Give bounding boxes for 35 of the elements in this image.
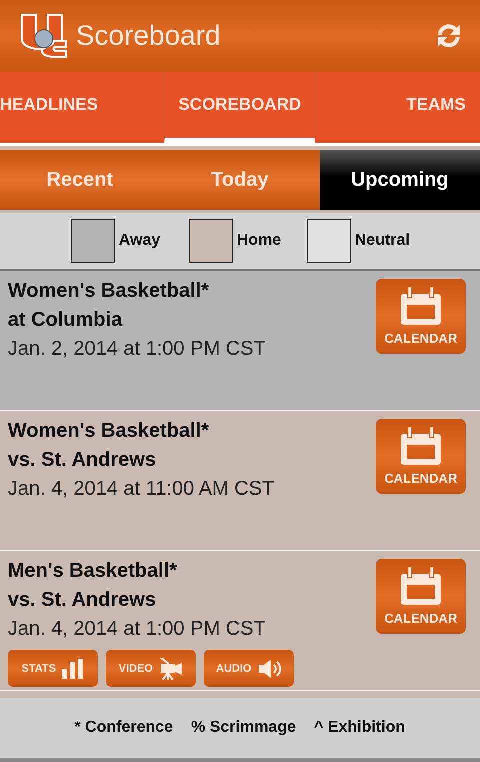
calendar-icon [399, 567, 443, 607]
logo-icon [20, 13, 70, 59]
calendar-button[interactable]: CALENDAR [376, 279, 466, 354]
game-date: Jan. 4, 2014 at 11:00 AM CST [8, 477, 276, 502]
legend-label: Neutral [355, 232, 412, 250]
calendar-button[interactable]: CALENDAR [376, 559, 466, 634]
segment-tab[interactable]: Upcoming [320, 150, 480, 210]
game-row[interactable]: Women's Basketball* at Columbia Jan. 2, 2014 at 1:00 PM CST CALENDAR [0, 271, 480, 411]
video-camera-icon [159, 658, 184, 680]
stats-button[interactable]: STATS [8, 650, 98, 687]
footnote-key: % Scrimmage [191, 719, 296, 737]
game-sport: Men's Basketball* [8, 559, 178, 584]
segment-tab[interactable]: Today [160, 150, 320, 210]
calendar-icon [399, 287, 443, 327]
game-sport: Women's Basketball* [8, 419, 210, 444]
audio-button[interactable]: AUDIO [204, 650, 294, 687]
nav-tab[interactable]: HEADLINES [0, 72, 164, 146]
video-button[interactable]: VIDEO [106, 650, 196, 687]
game-date: Jan. 2, 2014 at 1:00 PM CST [8, 337, 267, 362]
nav-tab[interactable]: TEAMS [315, 72, 480, 146]
footnote-key: ^ Exhibition [314, 719, 406, 737]
segment-tab[interactable]: Recent [0, 150, 160, 210]
game-opponent: vs. St. Andrews [8, 588, 158, 613]
app-title: Scoreboard [76, 20, 222, 52]
calendar-button[interactable]: CALENDAR [376, 419, 466, 494]
game-opponent: at Columbia [8, 308, 124, 333]
footnote-key: * Conference [74, 719, 174, 737]
game-opponent: vs. St. Andrews [8, 448, 158, 473]
speaker-icon [258, 658, 282, 678]
legend-label: Home [237, 232, 282, 250]
game-sport: Women's Basketball* [8, 279, 210, 304]
calendar-icon [399, 427, 443, 467]
legend-label: Away [119, 232, 162, 250]
bar-chart-icon [62, 658, 84, 678]
game-date: Jan. 4, 2014 at 1:00 PM CST [8, 617, 267, 642]
